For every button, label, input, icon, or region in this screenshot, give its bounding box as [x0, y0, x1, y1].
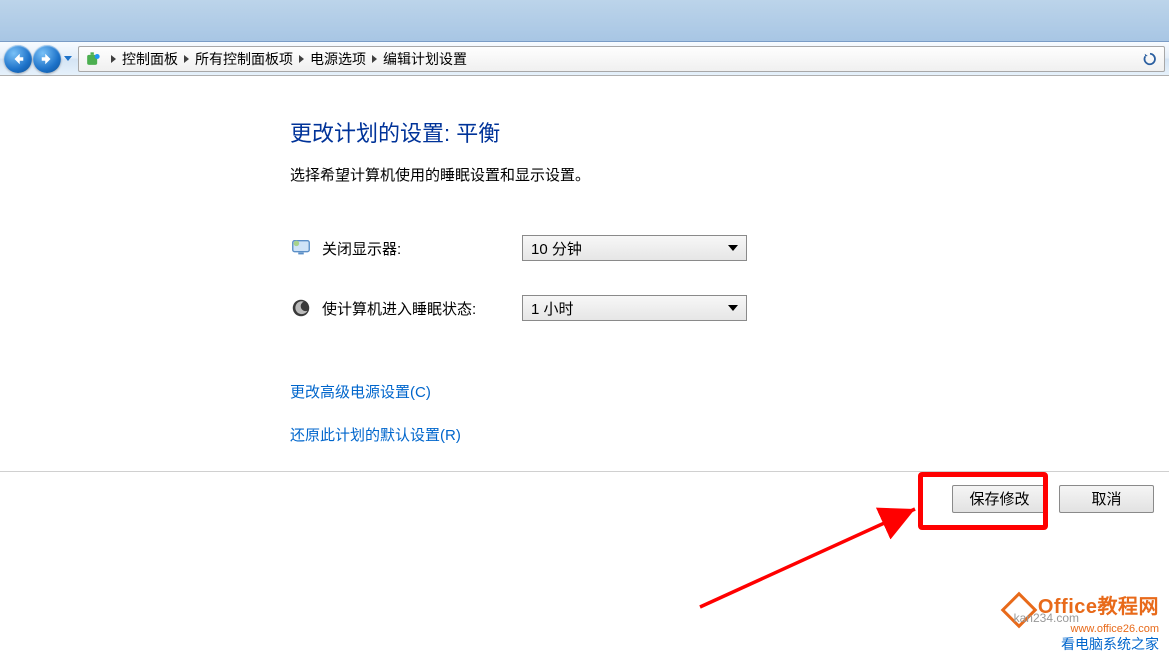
arrow-left-icon: [11, 52, 25, 66]
moon-icon: [290, 297, 312, 319]
display-off-value: 10 分钟: [531, 238, 582, 259]
page-subtitle: 选择希望计算机使用的睡眠设置和显示设置。: [290, 164, 1169, 185]
cancel-button[interactable]: 取消: [1059, 485, 1154, 513]
breadcrumb-item-control-panel[interactable]: 控制面板: [122, 49, 178, 69]
breadcrumb-item-power-options[interactable]: 电源选项: [310, 49, 366, 69]
arrow-right-icon: [40, 52, 54, 66]
watermark-overlay: kan234.com: [1014, 611, 1079, 625]
advanced-settings-link[interactable]: 更改高级电源设置(C): [290, 381, 1169, 402]
watermark-sub: 看电脑系统之家: [1006, 636, 1159, 653]
breadcrumb-item-edit-plan[interactable]: 编辑计划设置: [383, 49, 467, 69]
breadcrumb-item-all-items[interactable]: 所有控制面板项: [195, 49, 293, 69]
forward-button[interactable]: [33, 45, 61, 73]
display-off-label: 关闭显示器:: [322, 238, 522, 259]
refresh-icon: [1143, 52, 1157, 66]
setting-row-sleep: 使计算机进入睡眠状态: 1 小时: [290, 295, 1169, 321]
refresh-button[interactable]: [1138, 47, 1162, 71]
display-off-dropdown[interactable]: 10 分钟: [522, 235, 747, 261]
chevron-right-icon: [111, 55, 116, 63]
restore-defaults-link[interactable]: 还原此计划的默认设置(R): [290, 424, 1169, 445]
chevron-right-icon: [184, 55, 189, 63]
chevron-right-icon: [299, 55, 304, 63]
chevron-down-icon: [728, 245, 738, 251]
window-titlebar: [0, 0, 1169, 42]
page-title: 更改计划的设置: 平衡: [290, 116, 1169, 148]
back-button[interactable]: [4, 45, 32, 73]
breadcrumb[interactable]: 控制面板 所有控制面板项 电源选项 编辑计划设置: [78, 46, 1165, 72]
main-content: 更改计划的设置: 平衡 选择希望计算机使用的睡眠设置和显示设置。 关闭显示器: …: [0, 76, 1169, 445]
watermark: Office教程网 kan234.com www.office26.com 看电…: [1006, 595, 1159, 653]
setting-row-display: 关闭显示器: 10 分钟: [290, 235, 1169, 261]
navigation-bar: 控制面板 所有控制面板项 电源选项 编辑计划设置: [0, 42, 1169, 76]
chevron-down-icon: [728, 305, 738, 311]
chevron-right-icon: [372, 55, 377, 63]
battery-icon: [83, 49, 103, 69]
sleep-dropdown[interactable]: 1 小时: [522, 295, 747, 321]
monitor-icon: [290, 237, 312, 259]
footer-bar: 保存修改 取消: [0, 471, 1169, 525]
history-dropdown-icon[interactable]: [64, 56, 72, 61]
links-section: 更改高级电源设置(C) 还原此计划的默认设置(R): [290, 381, 1169, 445]
save-button[interactable]: 保存修改: [952, 485, 1047, 513]
sleep-value: 1 小时: [531, 298, 574, 319]
sleep-label: 使计算机进入睡眠状态:: [322, 298, 522, 319]
